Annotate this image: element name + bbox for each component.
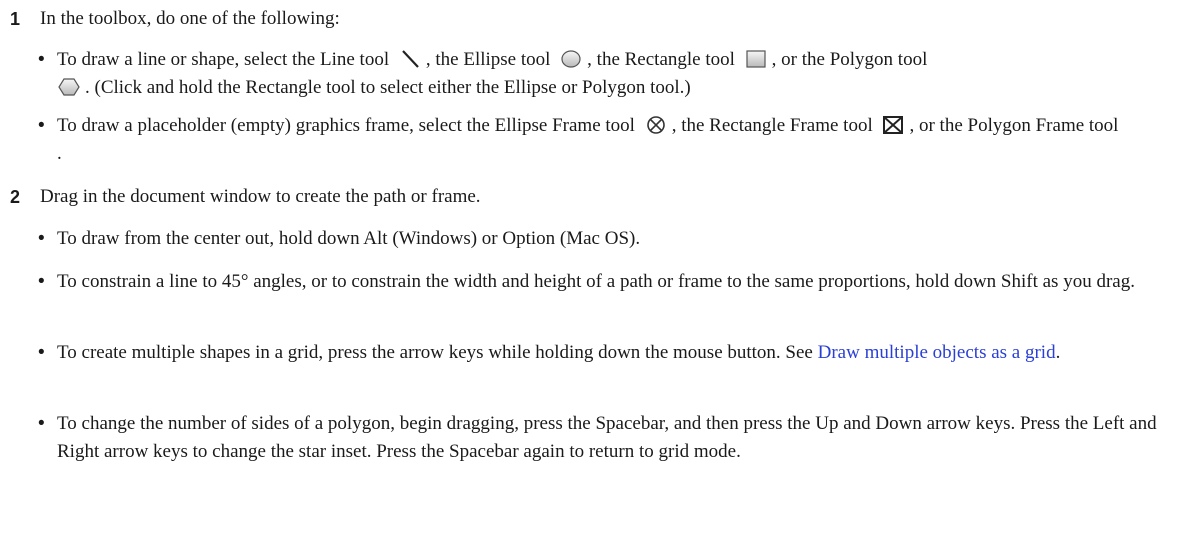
line-tool-icon (398, 48, 422, 70)
ellipse-frame-tool-icon (644, 114, 668, 136)
text-run: . (Click and hold the Rectangle tool to … (85, 77, 691, 98)
step-number: 1 (10, 9, 21, 29)
bullet-text: To change the number of sides of a polyg… (57, 413, 1157, 462)
text-run: , the Rectangle tool (587, 49, 735, 70)
step-1: 1 In the toolbox, do one of the followin… (10, 5, 1182, 33)
draw-grid-link[interactable]: Draw multiple objects as a grid (818, 342, 1056, 363)
bullet-text: To constrain a line to 45° angles, or to… (57, 271, 1135, 292)
bullet-item: • To create multiple shapes in a grid, p… (38, 339, 1182, 367)
step-2: 2 Drag in the document window to create … (10, 183, 1182, 211)
bullet-dot: • (38, 271, 45, 292)
bullet-dot: • (38, 413, 45, 434)
rectangle-tool-icon (744, 48, 768, 70)
bullet-dot: • (38, 49, 45, 70)
bullet-item: • To draw from the center out, hold down… (38, 225, 1182, 253)
text-run: , the Rectangle Frame tool (671, 115, 873, 136)
bullet-text: To draw a line or shape, select the Line… (57, 46, 1182, 102)
text-run: . (57, 143, 62, 164)
step-text: In the toolbox, do one of the following: (40, 8, 340, 29)
bullet-dot: • (38, 115, 45, 136)
bullet-text: To create multiple shapes in a grid, pre… (57, 339, 1182, 367)
text-run: To draw a placeholder (empty) graphics f… (57, 115, 635, 136)
polygon-tool-icon (57, 76, 81, 98)
step-text: Drag in the document window to create th… (40, 186, 481, 207)
bullet-text: To draw from the center out, hold down A… (57, 228, 641, 249)
bullet-item: • To change the number of sides of a pol… (38, 410, 1182, 466)
text-run: . (1055, 342, 1061, 363)
bullet-dot: • (38, 228, 45, 249)
bullet-item: • To draw a placeholder (empty) graphics… (38, 112, 1182, 168)
text-run: To create multiple shapes in a grid, pre… (57, 342, 818, 363)
document-page: 1 In the toolbox, do one of the followin… (0, 0, 1202, 552)
bullet-item: • To constrain a line to 45° angles, or … (38, 268, 1182, 296)
bullet-dot: • (38, 342, 45, 363)
bullet-text: To draw a placeholder (empty) graphics f… (57, 112, 1182, 168)
ellipse-tool-icon (559, 48, 583, 70)
step-number: 2 (10, 187, 21, 207)
text-run: To draw a line or shape, select the Line… (57, 49, 390, 70)
text-run: , or the Polygon tool (771, 49, 928, 70)
text-run: , the Ellipse tool (425, 49, 551, 70)
bullet-item: • To draw a line or shape, select the Li… (38, 46, 1182, 102)
rectangle-frame-tool-icon (881, 114, 905, 136)
text-run: , or the Polygon Frame tool (909, 115, 1119, 136)
